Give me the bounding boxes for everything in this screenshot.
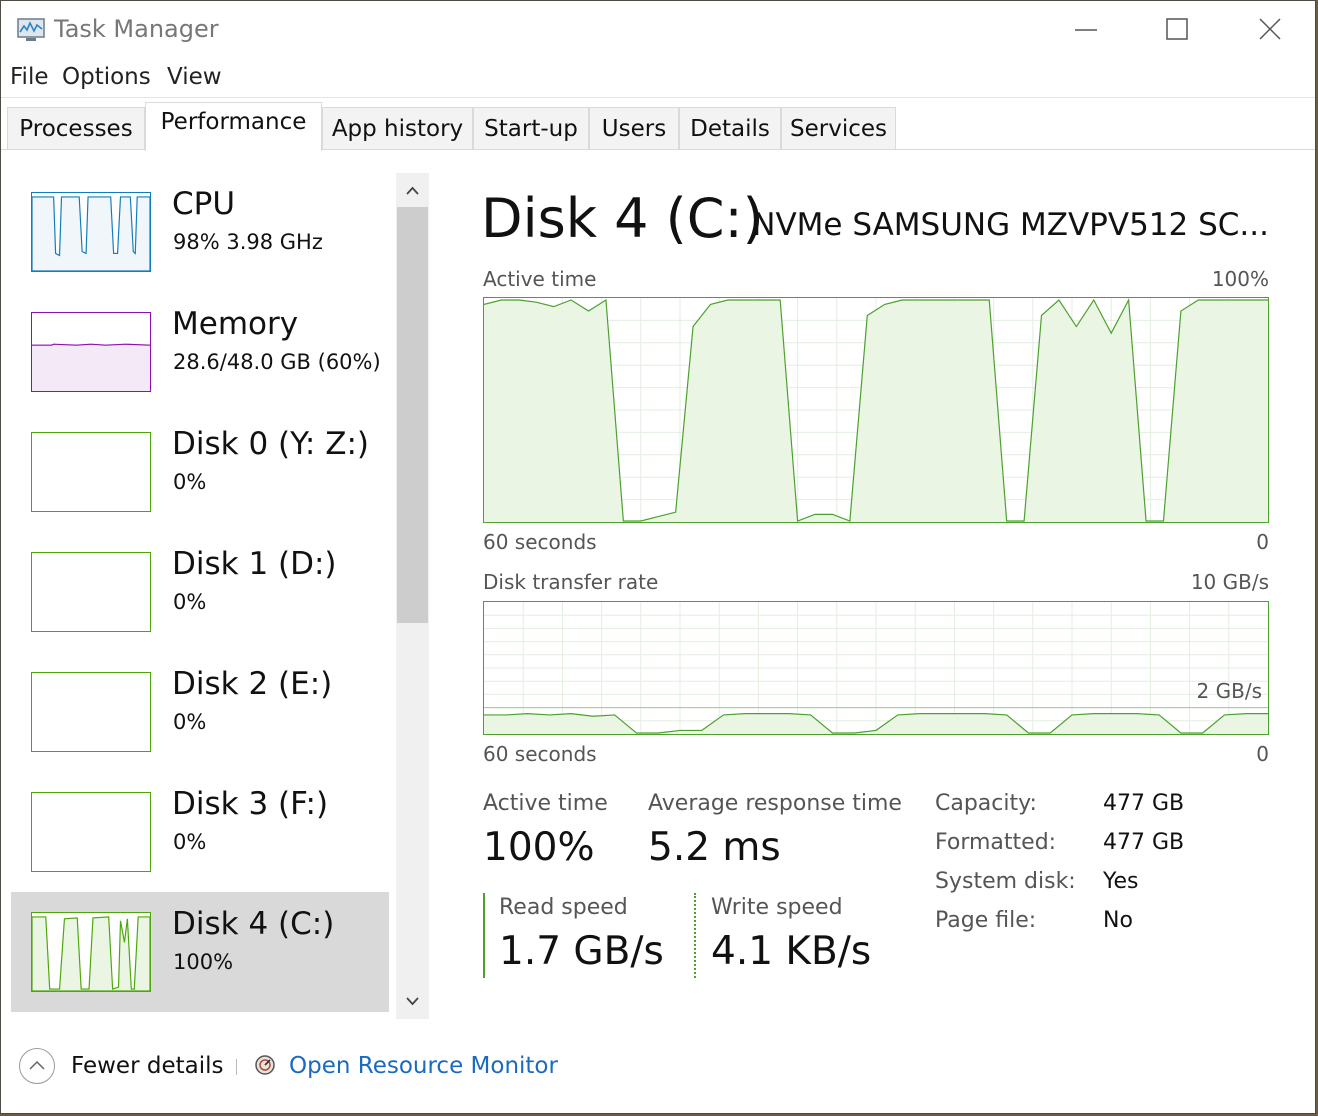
chevron-up-icon[interactable]	[404, 185, 421, 197]
sidebar-item-sublabel: 0%	[173, 710, 207, 734]
page-title: Disk 4 (C:)	[481, 187, 764, 250]
sidebar-item-sublabel: 0%	[173, 590, 207, 614]
active-time-graph	[483, 297, 1268, 522]
sidebar-item-disk-3[interactable]: Disk 3 (F:) 0%	[11, 772, 389, 892]
disk-graph-icon	[31, 912, 151, 992]
active-time-label: Active time	[483, 791, 608, 816]
avg-response-value: 5.2 ms	[648, 825, 781, 870]
resource-sidebar: CPU 98% 3.98 GHz Memory 28.6/48.0 GB (60…	[1, 151, 431, 1021]
sidebar-item-label: Memory	[172, 306, 299, 342]
disk-graph-icon	[31, 552, 151, 632]
footer: Fewer details Open Resource Monitor	[1, 1021, 1315, 1113]
disk-graph-icon	[31, 792, 151, 872]
sidebar-item-label: Disk 0 (Y: Z:)	[172, 426, 370, 462]
title-bar: Task Manager	[1, 1, 1315, 59]
fewer-details-button[interactable]	[19, 1048, 55, 1084]
menu-file[interactable]: File	[10, 64, 49, 90]
transfer-rate-chart-mid: 2 GB/s	[1196, 679, 1262, 703]
page-file-label: Page file:	[935, 908, 1037, 933]
read-speed-label: Read speed	[499, 895, 628, 920]
disk-graph-icon	[31, 432, 151, 512]
active-time-value: 100%	[483, 825, 595, 870]
write-speed-label: Write speed	[711, 895, 843, 920]
system-disk-label: System disk:	[935, 869, 1076, 894]
tab-users[interactable]: Users	[589, 107, 679, 150]
open-resource-monitor-link[interactable]: Open Resource Monitor	[289, 1053, 558, 1079]
active-time-chart-min: 0	[1256, 530, 1269, 554]
sidebar-item-label: Disk 2 (E:)	[172, 666, 333, 702]
active-time-chart-time-span: 60 seconds	[483, 530, 597, 554]
window-title: Task Manager	[54, 15, 219, 43]
transfer-rate-chart-title: Disk transfer rate	[483, 570, 659, 594]
sidebar-item-sublabel: 98% 3.98 GHz	[173, 230, 323, 254]
sidebar-scrollbar[interactable]	[396, 173, 429, 1019]
sidebar-item-sublabel: 100%	[173, 950, 234, 974]
tab-performance[interactable]: Performance	[145, 102, 322, 151]
tab-services[interactable]: Services	[781, 107, 896, 150]
maximize-icon	[1166, 18, 1188, 40]
tab-details[interactable]: Details	[679, 107, 781, 150]
menu-bar: File Options View	[1, 61, 1315, 97]
close-button[interactable]	[1247, 9, 1293, 49]
active-time-chart-max: 100%	[1211, 267, 1269, 291]
sidebar-item-label: Disk 3 (F:)	[172, 786, 329, 822]
disk-graph-icon	[31, 672, 151, 752]
task-manager-app-icon	[17, 18, 45, 41]
sidebar-item-disk-4[interactable]: Disk 4 (C:) 100%	[11, 892, 389, 1012]
sidebar-item-disk-2[interactable]: Disk 2 (E:) 0%	[11, 652, 389, 772]
sidebar-item-sublabel: 28.6/48.0 GB (60%)	[173, 350, 381, 374]
task-manager-window: Task Manager File Options View Processes…	[0, 0, 1316, 1114]
tab-start-up[interactable]: Start-up	[473, 107, 589, 150]
chevron-down-icon[interactable]	[404, 995, 421, 1007]
formatted-label: Formatted:	[935, 830, 1057, 855]
active-time-chart-title: Active time	[483, 267, 597, 291]
tab-app-history[interactable]: App history	[322, 107, 473, 150]
transfer-rate-chart-max: 10 GB/s	[1190, 570, 1269, 594]
fewer-details-link[interactable]: Fewer details	[71, 1053, 223, 1079]
tab-bar: Processes Performance App history Start-…	[1, 97, 1315, 152]
formatted-value: 477 GB	[1103, 830, 1185, 855]
tab-processes[interactable]: Processes	[7, 107, 145, 150]
minimize-button[interactable]	[1063, 9, 1109, 49]
disk-detail-panel: Disk 4 (C:) NVMe SAMSUNG MZVPV512 SC... …	[451, 151, 1291, 1021]
sidebar-item-label: Disk 1 (D:)	[172, 546, 337, 582]
maximize-button[interactable]	[1154, 9, 1200, 49]
transfer-rate-chart-time-span: 60 seconds	[483, 742, 597, 766]
write-speed-value: 4.1 KB/s	[711, 929, 872, 974]
cpu-graph-icon	[31, 192, 151, 272]
sidebar-item-sublabel: 0%	[173, 470, 207, 494]
read-speed-value: 1.7 GB/s	[499, 929, 664, 974]
active-time-chart	[483, 297, 1269, 523]
disk-model: NVMe SAMSUNG MZVPV512 SC...	[752, 207, 1269, 243]
memory-graph-icon	[31, 312, 151, 392]
minimize-icon	[1075, 29, 1097, 31]
sidebar-item-sublabel: 0%	[173, 830, 207, 854]
read-speed-marker	[483, 893, 485, 978]
transfer-rate-graph	[484, 602, 1268, 734]
system-disk-value: Yes	[1103, 869, 1139, 894]
close-icon	[1259, 18, 1281, 40]
menu-options[interactable]: Options	[62, 64, 151, 90]
capacity-label: Capacity:	[935, 791, 1037, 816]
sidebar-item-memory[interactable]: Memory 28.6/48.0 GB (60%)	[11, 292, 389, 412]
sidebar-item-disk-1[interactable]: Disk 1 (D:) 0%	[11, 532, 389, 652]
resource-monitor-icon	[255, 1055, 275, 1075]
sidebar-item-disk-0[interactable]: Disk 0 (Y: Z:) 0%	[11, 412, 389, 532]
scrollbar-thumb[interactable]	[397, 207, 428, 623]
transfer-rate-chart-min: 0	[1256, 742, 1269, 766]
transfer-rate-chart: 2 GB/s	[483, 601, 1269, 735]
sidebar-item-label: CPU	[172, 186, 236, 222]
footer-divider	[236, 1059, 237, 1075]
chevron-up-icon	[29, 1060, 45, 1070]
sidebar-item-cpu[interactable]: CPU 98% 3.98 GHz	[11, 172, 389, 292]
capacity-value: 477 GB	[1103, 791, 1185, 816]
sidebar-item-label: Disk 4 (C:)	[172, 906, 335, 942]
avg-response-label: Average response time	[648, 791, 902, 816]
menu-view[interactable]: View	[167, 64, 222, 90]
write-speed-marker	[694, 893, 696, 978]
page-file-value: No	[1103, 908, 1133, 933]
